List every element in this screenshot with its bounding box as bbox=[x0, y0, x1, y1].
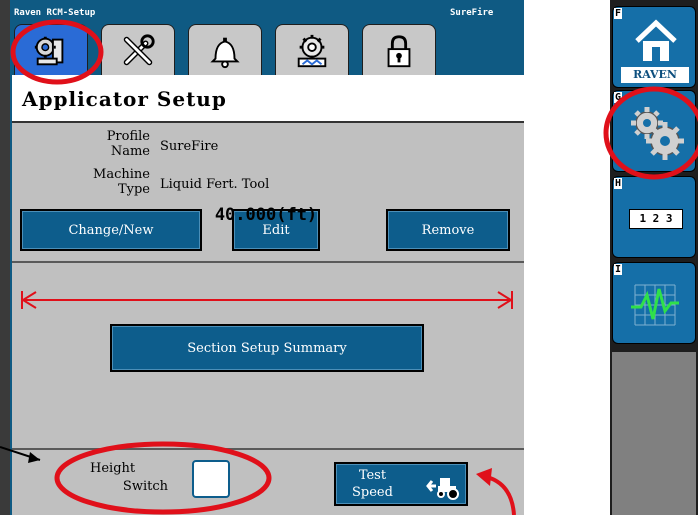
tab-system[interactable] bbox=[275, 24, 349, 76]
home-icon bbox=[635, 19, 677, 61]
tractor-speed-icon bbox=[426, 478, 459, 500]
side-button-settings[interactable]: G bbox=[612, 90, 696, 172]
side-key-label: I bbox=[614, 264, 623, 275]
active-profile-name: SureFire bbox=[450, 8, 494, 18]
tab-security[interactable] bbox=[362, 24, 436, 76]
width-dimension-arrow bbox=[21, 291, 513, 309]
side-panel-blank bbox=[612, 352, 696, 515]
panel-header: Applicator Setup bbox=[12, 75, 524, 123]
height-switch-label: Height Switch bbox=[90, 461, 168, 494]
screen-gap bbox=[524, 0, 610, 515]
graph-icon bbox=[631, 284, 679, 326]
test-speed-label-line1: Test bbox=[358, 468, 387, 483]
machine-type-label: Machine Type bbox=[93, 167, 150, 197]
machine-type-value: Liquid Fert. Tool bbox=[160, 177, 270, 192]
keypad-icon: 1 2 3 bbox=[629, 209, 683, 229]
side-button-home[interactable]: F RAVEN bbox=[612, 6, 696, 88]
side-key-label: F bbox=[614, 8, 623, 19]
implement-width-value: 40.000(ft) bbox=[214, 205, 318, 225]
profile-name-value: SureFire bbox=[160, 139, 219, 154]
side-button-keypad[interactable]: H 1 2 3 bbox=[612, 176, 696, 258]
applicator-icon bbox=[34, 36, 64, 65]
app-title: Raven RCM-Setup bbox=[14, 8, 96, 18]
height-switch-checkbox[interactable] bbox=[192, 460, 230, 498]
tools-icon bbox=[123, 33, 155, 65]
page-title: Applicator Setup bbox=[22, 87, 227, 111]
bell-icon bbox=[210, 37, 240, 68]
test-speed-button[interactable]: Test Speed bbox=[334, 462, 468, 506]
tab-tools[interactable] bbox=[101, 24, 175, 76]
left-edge bbox=[0, 0, 10, 515]
test-speed-label-line2: Speed bbox=[352, 485, 393, 500]
raven-logo: RAVEN bbox=[621, 67, 689, 83]
side-button-graph[interactable]: I bbox=[612, 262, 696, 344]
divider bbox=[12, 448, 524, 450]
top-bar: Raven RCM-Setup SureFire bbox=[10, 0, 524, 28]
lock-icon bbox=[387, 34, 411, 67]
system-gear-icon bbox=[297, 34, 327, 67]
gears-icon bbox=[631, 107, 684, 160]
profile-name-label: Profile Name bbox=[106, 129, 150, 159]
tab-alarms[interactable] bbox=[188, 24, 262, 76]
side-key-label: H bbox=[614, 178, 623, 189]
side-key-label: G bbox=[614, 92, 623, 103]
terminal-screen: Raven RCM-Setup SureFire Applicator Setu… bbox=[10, 0, 524, 515]
tab-applicator-setup[interactable] bbox=[14, 24, 88, 76]
divider bbox=[12, 261, 524, 263]
section-setup-summary-button[interactable]: Section Setup Summary bbox=[110, 324, 424, 372]
